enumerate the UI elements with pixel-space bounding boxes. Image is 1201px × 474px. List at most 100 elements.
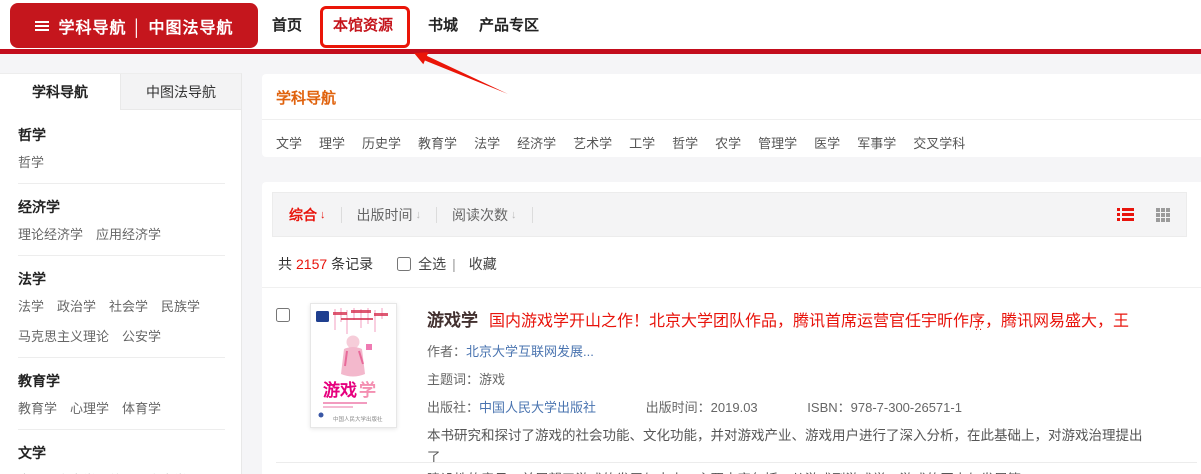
sort-option[interactable]: 出版时间 ↓ bbox=[357, 205, 422, 225]
sidebar-tab-2[interactable]: 中图法导航 bbox=[120, 74, 241, 110]
sidebar-tab-1[interactable]: 学科导航 bbox=[0, 74, 120, 110]
book-checkbox[interactable] bbox=[276, 308, 290, 322]
grid-view-icon[interactable] bbox=[1156, 207, 1170, 222]
sidebar-link[interactable]: 理论经济学 bbox=[18, 224, 83, 243]
subject-link[interactable]: 农学 bbox=[715, 133, 741, 152]
main-nav: 首页 本馆资源 书城 产品专区 bbox=[272, 0, 539, 49]
sort-toolbar: 综合 ↓ 出版时间 ↓ 阅读次数 ↓ bbox=[272, 192, 1187, 237]
subject-link[interactable]: 工学 bbox=[629, 133, 655, 152]
sidebar-tabs: 学科导航 中图法导航 bbox=[0, 74, 241, 110]
sidebar-groups: 哲学 哲学 经济学 理论经济学 应用经济学 法学 法学 政治学 社会学 民族学 马克思主义理论 公安学… bbox=[0, 110, 241, 474]
book-cover[interactable]: 游戏 学 中国人民大学出版社 bbox=[310, 303, 397, 428]
nav-item-3[interactable]: 书城 bbox=[428, 14, 458, 35]
sidebar-group: 经济学理论经济学 应用经济学 bbox=[18, 197, 225, 256]
subject-link[interactable]: 医学 bbox=[814, 133, 840, 152]
isbn-value: 978-7-300-26571-1 bbox=[850, 400, 962, 415]
subject-link[interactable]: 艺术学 bbox=[573, 133, 612, 152]
subject-link[interactable]: 法学 bbox=[474, 133, 500, 152]
records-bar: 共 2157 条记录 全选 | 收藏 bbox=[262, 237, 1201, 288]
records-count-prefix: 共 bbox=[278, 256, 292, 272]
sidebar-group: 哲学 哲学 bbox=[18, 125, 225, 184]
records-count: 2157 bbox=[296, 256, 328, 272]
sidebar-group: 法学 法学 政治学 社会学 民族学 马克思主义理论 公安学 bbox=[18, 269, 225, 358]
sort-down-icon: ↓ bbox=[320, 208, 326, 221]
subject-link[interactable]: 历史学 bbox=[362, 133, 401, 152]
publisher-link[interactable]: 中国人民大学出版社 bbox=[479, 400, 596, 415]
book-description: 本书研究和探讨了游戏的社会功能、文化功能，并对游戏产业、游戏用户进行了深入分析，… bbox=[427, 425, 1145, 474]
sidebar-link[interactable]: 公安学 bbox=[122, 326, 161, 345]
subject-label: 主题词： bbox=[427, 372, 480, 387]
sidebar-group-links: 教育学 心理学 体育学 bbox=[18, 398, 225, 429]
isbn-label: ISBN： bbox=[807, 400, 851, 415]
sidebar-group-title[interactable]: 文学 bbox=[18, 443, 225, 463]
nav-item-1[interactable]: 首页 bbox=[272, 14, 302, 35]
sidebar-link[interactable]: 体育学 bbox=[122, 398, 161, 417]
sidebar-group-title[interactable]: 教育学 bbox=[18, 371, 225, 391]
app-logo[interactable]: 学科导航 │ 中图法导航 bbox=[10, 3, 258, 48]
subject-link[interactable]: 哲学 bbox=[672, 133, 698, 152]
author-link[interactable]: 北京大学互联网发展... bbox=[466, 344, 594, 359]
sidebar-group-links: 法学 政治学 社会学 民族学马克思主义理论 公安学 bbox=[18, 296, 225, 357]
subject-link[interactable]: 理学 bbox=[319, 133, 345, 152]
sort-option-label: 综合 bbox=[289, 206, 317, 223]
sort-option[interactable]: 阅读次数 ↓ bbox=[452, 205, 517, 225]
sort-down-icon: ↓ bbox=[415, 208, 422, 221]
publisher-label: 出版社： bbox=[427, 400, 480, 415]
sort-option[interactable]: 综合 ↓ bbox=[289, 205, 326, 225]
book-subtitle: 国内游戏学开山之作！北京大学团队作品，腾讯首席运营官任宇昕作序，腾讯网易盛大，王 bbox=[489, 313, 1130, 330]
sidebar-link[interactable]: 民族学 bbox=[161, 296, 200, 315]
subject-link[interactable]: 教育学 bbox=[418, 133, 457, 152]
sidebar-group-title[interactable]: 法学 bbox=[18, 269, 225, 289]
sidebar-group-links: 中国语言文学外国语言文学新闻传播学 bbox=[18, 470, 225, 474]
subject-link[interactable]: 军事学 bbox=[857, 133, 896, 152]
menu-icon bbox=[34, 20, 49, 31]
sort-down-icon: ↓ bbox=[511, 208, 517, 221]
sidebar-link[interactable]: 教育学 bbox=[18, 398, 57, 417]
book-publish-line: 出版社：中国人民大学出版社 出版时间：2019.03 ISBN：978-7-30… bbox=[427, 397, 1145, 416]
header-red-bar bbox=[0, 49, 1201, 54]
pubdate-label: 出版时间： bbox=[645, 400, 711, 415]
section-title: 学科导航 bbox=[262, 74, 1201, 120]
subject-link[interactable]: 文学 bbox=[276, 133, 302, 152]
book-list-item: 游戏 学 中国人民大学出版社 游戏学 国内游戏学开山之作！北京大学团队作品，腾讯首… bbox=[262, 288, 1201, 474]
sidebar-group-links: 哲学 bbox=[18, 152, 225, 183]
favorite-label[interactable]: 收藏 bbox=[469, 254, 497, 274]
cover-title-sub: 学 bbox=[359, 380, 376, 400]
results-panel: 综合 ↓ 出版时间 ↓ 阅读次数 ↓ 共 2157 条记录 全选 | 收藏 游戏… bbox=[262, 182, 1201, 474]
select-all-label[interactable]: 全选 bbox=[418, 254, 446, 274]
sidebar-group: 文学中国语言文学外国语言文学新闻传播学 bbox=[18, 443, 225, 474]
subject-link[interactable]: 交叉学科 bbox=[913, 133, 965, 152]
subtitle-truncation-ellipsis: .. bbox=[975, 321, 984, 333]
subject-link[interactable]: 管理学 bbox=[758, 133, 797, 152]
subject-nav-panel: 学科导航 文学 理学 历史学 教育学 法学 经济学 艺术学 工学 哲学 农学 管理学 医学 军事学 交叉学… bbox=[262, 74, 1201, 157]
view-switcher bbox=[1117, 207, 1170, 222]
book-details: 游戏学 国内游戏学开山之作！北京大学团队作品，腾讯首席运营官任宇昕作序，腾讯网易盛… bbox=[427, 303, 1145, 474]
sidebar-link[interactable]: 政治学 bbox=[57, 296, 96, 315]
sidebar-link[interactable]: 法学 bbox=[18, 296, 44, 315]
label-separator: | bbox=[452, 256, 456, 272]
list-view-icon[interactable] bbox=[1117, 208, 1134, 221]
sidebar-group-links: 理论经济学 应用经济学 bbox=[18, 224, 225, 255]
sidebar-link[interactable]: 马克思主义理论 bbox=[18, 326, 109, 345]
sidebar-link[interactable]: 外国语言文学 bbox=[109, 470, 187, 474]
nav-item-4[interactable]: 产品专区 bbox=[479, 14, 539, 35]
subject-link[interactable]: 经济学 bbox=[517, 133, 556, 152]
sidebar-link[interactable]: 心理学 bbox=[70, 398, 109, 417]
sidebar-link[interactable]: 哲学 bbox=[18, 152, 44, 171]
sort-option-label: 阅读次数 bbox=[452, 206, 508, 223]
sort-option-label: 出版时间 bbox=[356, 206, 413, 223]
sidebar-group-title[interactable]: 经济学 bbox=[18, 197, 225, 217]
sidebar: 学科导航 中图法导航 哲学 哲学 经济学 理论经济学 应用经济学 法学 法学 政治学 社会学 民族学… bbox=[0, 73, 242, 474]
sidebar-link[interactable]: 中国语言文学 bbox=[18, 470, 96, 474]
book-title-line: 游戏学 国内游戏学开山之作！北京大学团队作品，腾讯首席运营官任宇昕作序，腾讯网易盛… bbox=[427, 306, 1145, 331]
sidebar-link[interactable]: 社会学 bbox=[109, 296, 148, 315]
book-title-link[interactable]: 游戏学 bbox=[427, 311, 478, 330]
pubdate-value: 2019.03 bbox=[710, 400, 758, 415]
select-all-checkbox[interactable] bbox=[397, 257, 412, 271]
book-row-divider bbox=[276, 462, 1197, 463]
sidebar-group-title[interactable]: 哲学 bbox=[18, 125, 225, 145]
cover-badge bbox=[316, 311, 329, 322]
nav-item-2[interactable]: 本馆资源 bbox=[333, 14, 393, 35]
author-label: 作者： bbox=[427, 344, 467, 359]
sidebar-link[interactable]: 应用经济学 bbox=[96, 224, 161, 243]
